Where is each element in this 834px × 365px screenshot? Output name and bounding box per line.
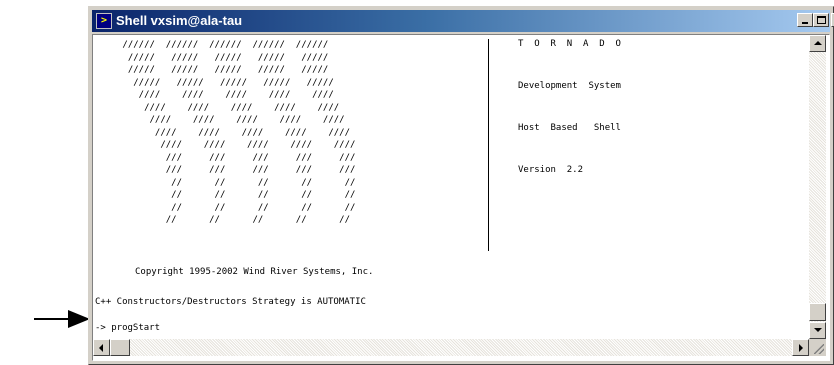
scroll-right-button[interactable] [792, 339, 809, 356]
resize-grip-icon [814, 344, 824, 354]
arrow-left-icon [99, 344, 103, 352]
tornado-ascii-logo: ////// ////// ////// ////// ////// /////… [122, 40, 356, 225]
resize-grip[interactable] [809, 339, 826, 356]
maximize-icon [817, 16, 826, 24]
horizontal-scroll-thumb[interactable] [110, 339, 130, 356]
banner-shell-line: Host Based Shell [518, 123, 621, 133]
scroll-left-button[interactable] [93, 339, 110, 356]
banner-product-name: T O R N A D O [518, 39, 621, 49]
scroll-down-button[interactable] [809, 322, 826, 339]
copyright-line: Copyright 1995-2002 Wind River Systems, … [135, 267, 374, 277]
title-bar[interactable]: > Shell vxsim@ala-tau × [92, 10, 834, 32]
terminal-output[interactable]: ////// ////// ////// ////// ////// /////… [95, 37, 807, 337]
shell-window: > Shell vxsim@ala-tau × ////// ////// //… [88, 6, 834, 365]
arrow-right-icon [799, 344, 803, 352]
arrow-down-icon [814, 328, 822, 332]
banner-system-line: Development System [518, 81, 621, 91]
vertical-scrollbar[interactable] [809, 35, 826, 339]
shell-client-area: ////// ////// ////// ////// ////// /////… [92, 34, 830, 361]
scroll-up-button[interactable] [809, 35, 826, 52]
window-title: Shell vxsim@ala-tau [116, 13, 243, 28]
logo-divider [488, 39, 489, 251]
constructors-strategy-line: C++ Constructors/Destructors Strategy is… [95, 297, 366, 307]
vertical-scroll-thumb[interactable] [809, 303, 826, 321]
horizontal-scrollbar[interactable] [93, 339, 809, 356]
minimize-button[interactable] [797, 13, 813, 27]
pointer-arrow-icon [34, 310, 90, 328]
banner-version-line: Version 2.2 [518, 165, 584, 175]
shell-prompt-line[interactable]: -> progStart [95, 323, 160, 333]
minimize-icon [802, 22, 808, 24]
maximize-button[interactable] [813, 13, 829, 27]
terminal-prompt-icon[interactable]: > [96, 13, 112, 29]
arrow-up-icon [814, 41, 822, 45]
